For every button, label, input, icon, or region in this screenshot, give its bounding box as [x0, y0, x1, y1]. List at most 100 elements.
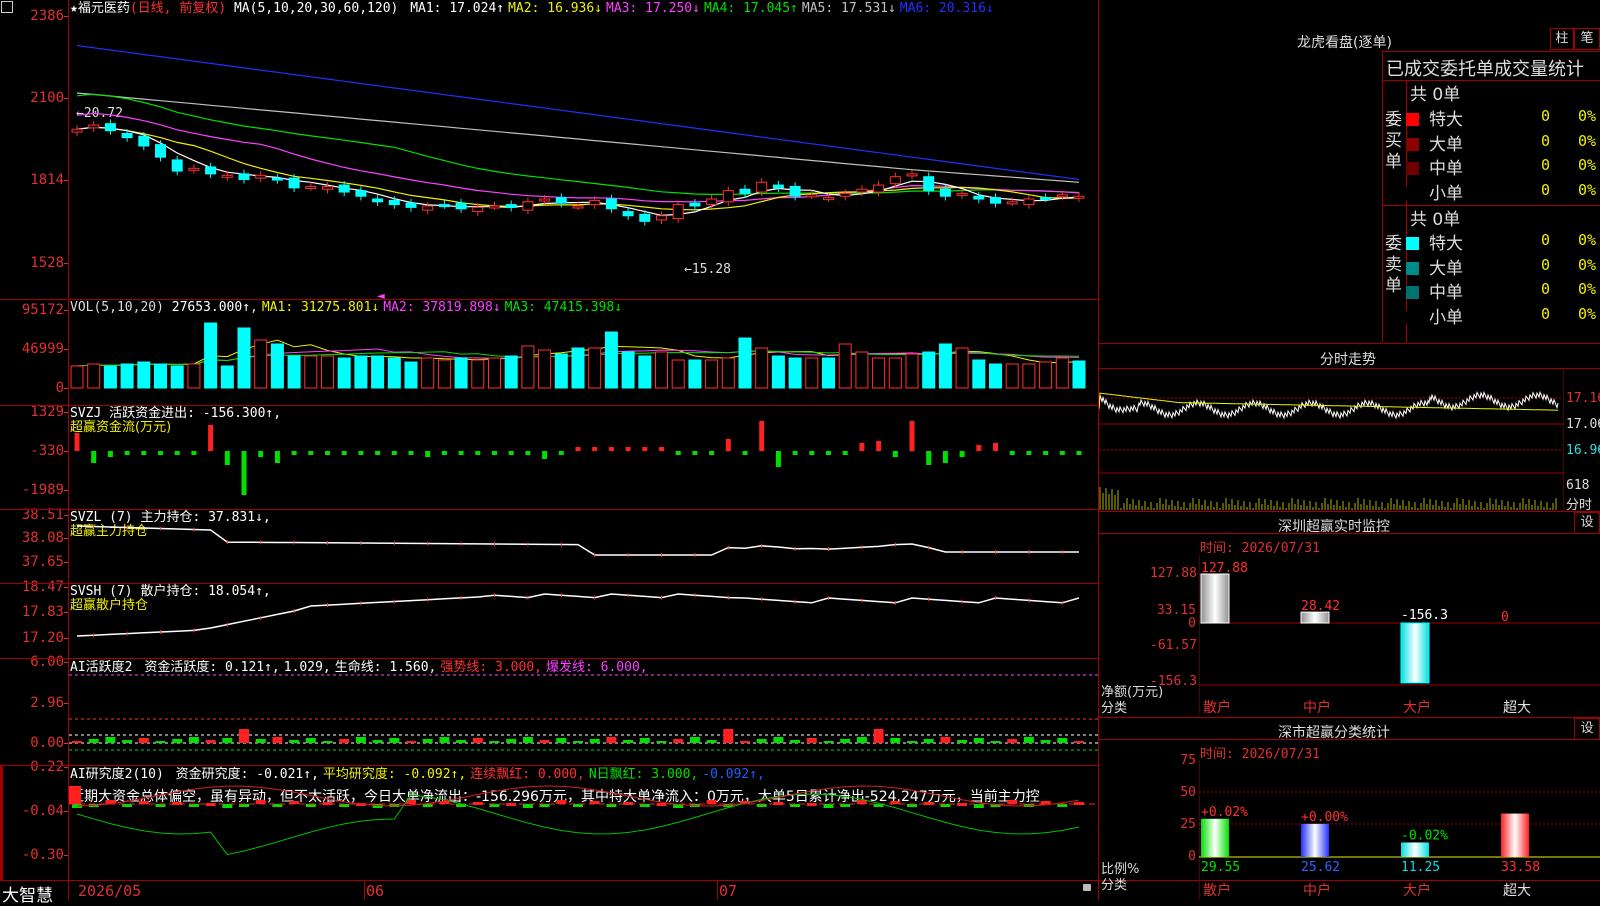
- candle: [839, 192, 851, 197]
- ai-research-chart[interactable]: [69, 766, 1098, 880]
- order-count: 0: [1541, 231, 1551, 249]
- ai-active-bar: [706, 740, 717, 743]
- candle: [756, 181, 768, 193]
- ai-active-bar: [689, 737, 700, 743]
- tab-bar-view[interactable]: 柱: [1550, 28, 1574, 50]
- fund-flow-bar: [141, 451, 147, 455]
- volume-bar: [554, 353, 568, 389]
- ai-active-bar: [957, 740, 968, 743]
- ai-active-bar: [907, 741, 917, 743]
- order-pct: 0%: [1578, 131, 1597, 150]
- candle: [438, 204, 450, 208]
- tab-tick-view[interactable]: 笔: [1574, 28, 1600, 50]
- volume-bar: [220, 365, 234, 389]
- order-row-buy_side: 特大: [1406, 105, 1463, 130]
- ai-active-bar: [556, 738, 567, 743]
- ai-active-bar: [990, 741, 1001, 743]
- candle: [772, 184, 784, 189]
- candle: [455, 202, 467, 210]
- class-y-tick: 0: [1188, 849, 1196, 864]
- fund-flow-bar: [107, 451, 113, 457]
- ai-active-bar: [823, 741, 834, 743]
- order-size-label: 大单: [1429, 134, 1463, 155]
- candle: [405, 202, 417, 208]
- volume-bar: [103, 365, 117, 389]
- order-count: 0: [1541, 280, 1551, 298]
- y-tick-label: 1329: [30, 404, 64, 420]
- retail-holding-chart[interactable]: [69, 584, 1098, 658]
- volume-bar: [771, 355, 785, 389]
- order-size-swatch: [1406, 113, 1419, 126]
- volume-bar: [688, 359, 702, 389]
- class-change-label: -0.02%: [1401, 828, 1448, 843]
- intraday-title: 分时走势: [1320, 352, 1376, 368]
- ai-active-bar: [656, 741, 667, 743]
- candle: [923, 176, 935, 192]
- volume-bar: [721, 357, 735, 389]
- volume-chart[interactable]: [69, 300, 1098, 405]
- app-name[interactable]: 大智慧: [2, 881, 53, 906]
- order-size-label: 大单: [1429, 258, 1463, 279]
- candle: [689, 202, 701, 207]
- class-change-label: +0.00%: [1301, 810, 1348, 825]
- ai-active-bar: [740, 741, 750, 743]
- candlestick-chart[interactable]: [69, 0, 1098, 299]
- ai-active-bar: [122, 740, 133, 743]
- ai-active-bar: [272, 737, 283, 743]
- ai-active-bar: [890, 738, 901, 743]
- sz-monitor-settings-button[interactable]: 设: [1574, 512, 1600, 534]
- ai-active-bar: [589, 739, 600, 743]
- order-row-sell_side: 大单: [1406, 254, 1463, 279]
- volume-bar: [471, 359, 485, 389]
- order-row-buy_side: 小单: [1406, 179, 1463, 204]
- order-count: 0: [1541, 255, 1551, 274]
- ai-active-bar: [406, 741, 416, 743]
- volume-bar: [437, 359, 451, 389]
- main-holding-chart[interactable]: [69, 510, 1098, 583]
- fund-flow-bar: [441, 451, 447, 455]
- fund-flow-bar: [625, 447, 631, 451]
- fund-flow-bar: [375, 451, 381, 455]
- monitor-y-tick: -61.57: [1150, 638, 1197, 653]
- candle: [656, 215, 667, 221]
- ai-active-bar: [489, 741, 500, 743]
- candle: [271, 177, 283, 181]
- ai-active-bar: [973, 738, 984, 743]
- fund-flow-bar: [575, 447, 581, 451]
- candle: [422, 205, 434, 211]
- candle: [104, 123, 116, 132]
- intraday-tick-mid: 17.06: [1566, 417, 1600, 432]
- class-change-label: +0.02%: [1201, 805, 1248, 820]
- ai-active-bar: [138, 738, 149, 743]
- fund-flow-bar: [859, 443, 865, 451]
- order-row-buy_side: 大单: [1406, 130, 1463, 155]
- class-category: 超大: [1503, 883, 1531, 899]
- fund-flow-bar: [742, 451, 748, 455]
- fund-flow-chart[interactable]: [69, 406, 1098, 509]
- fund-flow-bar: [675, 451, 681, 455]
- volume-bar: [237, 327, 251, 389]
- ai-active-bar: [840, 739, 851, 743]
- order-size-swatch: [1406, 237, 1419, 250]
- order-row-sell_side: 小单: [1406, 303, 1463, 328]
- sz-monitor-unit-2: 分类: [1101, 701, 1128, 716]
- sell-side-label: 委卖单: [1385, 234, 1402, 296]
- volume-bar: [1022, 363, 1036, 389]
- candle: [305, 185, 317, 189]
- sz-monitor-chart[interactable]: 127.88 28.42 -156.3 0: [1199, 555, 1600, 715]
- order-count: 0: [1541, 131, 1551, 150]
- order-size-label: 小单: [1429, 183, 1463, 204]
- intraday-chart[interactable]: [1099, 369, 1564, 511]
- monitor-category: 中户: [1303, 700, 1331, 716]
- sz-class-settings-button[interactable]: 设: [1574, 718, 1600, 740]
- candle: [806, 194, 818, 198]
- fund-flow-bar: [391, 451, 397, 455]
- sz-class-chart[interactable]: +0.02% 29.55 +0.00% 25.62 -0.02% 11.25 33.58: [1199, 760, 1600, 900]
- candle: [489, 205, 500, 209]
- candle: [88, 124, 100, 129]
- candle: [722, 190, 734, 203]
- class-y-tick: 75: [1180, 753, 1196, 768]
- fund-flow-bar: [826, 451, 831, 455]
- ai-active-chart[interactable]: [69, 659, 1098, 765]
- volume-bar: [838, 343, 852, 389]
